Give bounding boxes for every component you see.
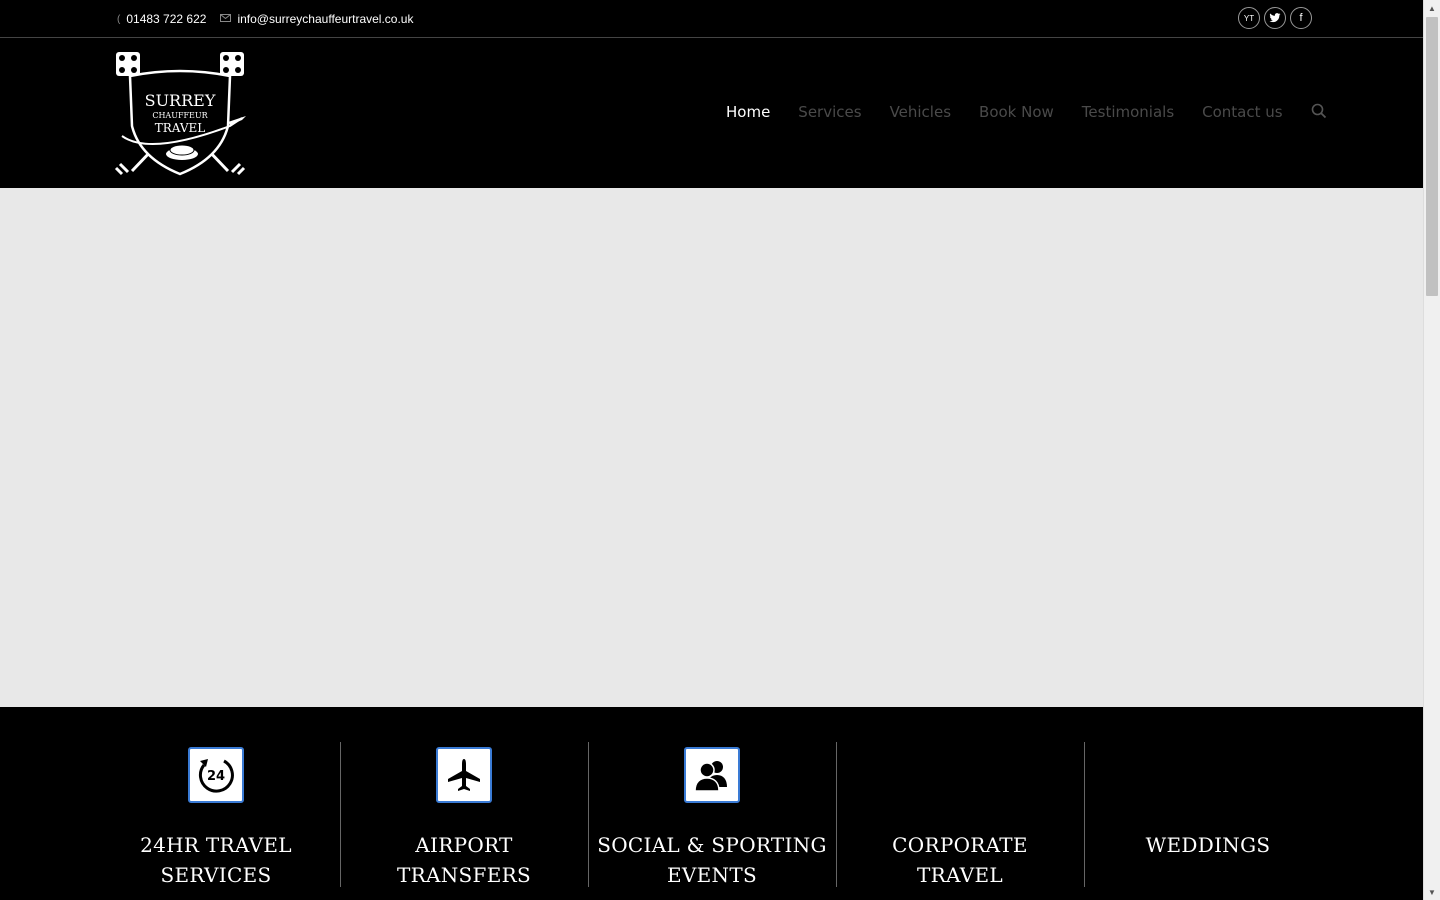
service-title-line1: SOCIAL & SPORTING [597,833,827,857]
service-title-line2: SERVICES [160,863,272,887]
service-title: WEDDINGS [1084,830,1332,860]
24hr-icon: 24 [188,747,244,803]
phone-icon: ( [117,13,121,25]
logo-line3: TRAVEL [155,121,206,135]
facebook-label: f [1299,12,1303,24]
service-title-line1: 24HR TRAVEL [140,833,292,857]
logo-line1: SURREY [145,91,216,110]
top-bar: ( 01483 722 622 info@surreychauffeurtrav… [0,0,1423,38]
email-address: info@surreychauffeurtravel.co.uk [237,12,414,26]
service-title-line2: TRANSFERS [397,863,531,887]
services-band: 24 24HR TRAVEL SERVICES AIRPORT TRANSFER… [0,707,1423,900]
site-logo[interactable]: SURREY CHAUFFEUR TRAVEL [110,46,250,180]
social-links: YT f [1238,7,1312,29]
nav-testimonials[interactable]: Testimonials [1082,103,1174,121]
service-title: CORPORATE TRAVEL [836,830,1084,890]
service-weddings[interactable]: WEDDINGS [1084,742,1332,887]
service-24hr[interactable]: 24 24HR TRAVEL SERVICES [92,742,340,887]
main-nav: Home Services Vehicles Book Now Testimon… [712,103,1329,121]
youtube-label: YT [1243,13,1255,23]
page: ( 01483 722 622 info@surreychauffeurtrav… [0,0,1423,900]
nav-contact-us[interactable]: Contact us [1202,103,1282,121]
service-title-line1: WEDDINGS [1145,833,1271,857]
site-header: SURREY CHAUFFEUR TRAVEL Home Services Ve… [0,38,1423,188]
service-title: AIRPORT TRANSFERS [340,830,588,890]
scroll-down-icon[interactable]: ▼ [1424,884,1440,900]
hero-slider [0,188,1423,707]
airplane-icon [436,747,492,803]
twitter-icon[interactable] [1264,7,1286,29]
vertical-scrollbar[interactable]: ▲ ▼ [1423,0,1440,900]
search-icon[interactable] [1311,103,1329,121]
service-title-line1: CORPORATE [892,833,1028,857]
phone-item[interactable]: ( 01483 722 622 [117,12,206,26]
phone-number: 01483 722 622 [126,12,207,26]
contact-info: ( 01483 722 622 info@surreychauffeurtrav… [117,12,427,26]
service-title: 24HR TRAVEL SERVICES [92,830,340,890]
service-title-line1: AIRPORT [415,833,513,857]
scroll-up-icon[interactable]: ▲ [1424,0,1440,16]
scrollbar-thumb[interactable] [1426,17,1438,296]
logo-line2: CHAUFFEUR [152,111,208,120]
nav-home[interactable]: Home [726,103,770,121]
mail-icon [220,13,232,25]
service-corporate[interactable]: CORPORATE TRAVEL [836,742,1084,887]
people-icon [684,747,740,803]
service-airport[interactable]: AIRPORT TRANSFERS [340,742,588,887]
facebook-icon[interactable]: f [1290,7,1312,29]
service-title-line2: TRAVEL [917,863,1003,887]
nav-vehicles[interactable]: Vehicles [890,103,951,121]
svg-text:24: 24 [207,769,225,784]
nav-services[interactable]: Services [798,103,861,121]
youtube-icon[interactable]: YT [1238,7,1260,29]
service-title-line2: EVENTS [667,863,757,887]
email-item[interactable]: info@surreychauffeurtravel.co.uk [220,12,413,26]
service-social-sporting[interactable]: SOCIAL & SPORTING EVENTS [588,742,836,887]
nav-book-now[interactable]: Book Now [979,103,1054,121]
service-title: SOCIAL & SPORTING EVENTS [588,830,836,890]
